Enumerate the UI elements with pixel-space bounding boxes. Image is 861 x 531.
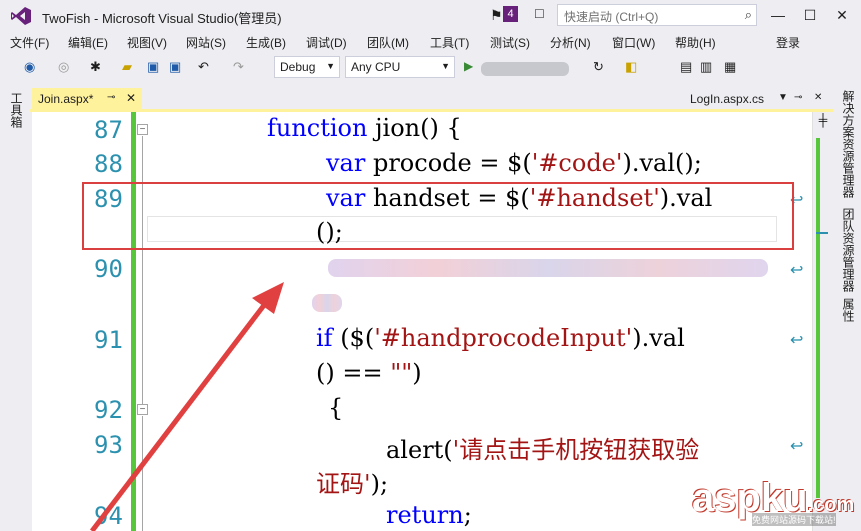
arrow-shaft [90, 298, 270, 531]
watermark-subtitle: 免费网站源码下载站! [752, 513, 836, 526]
arrow-annotation [90, 282, 284, 531]
arrow-head [252, 282, 284, 314]
